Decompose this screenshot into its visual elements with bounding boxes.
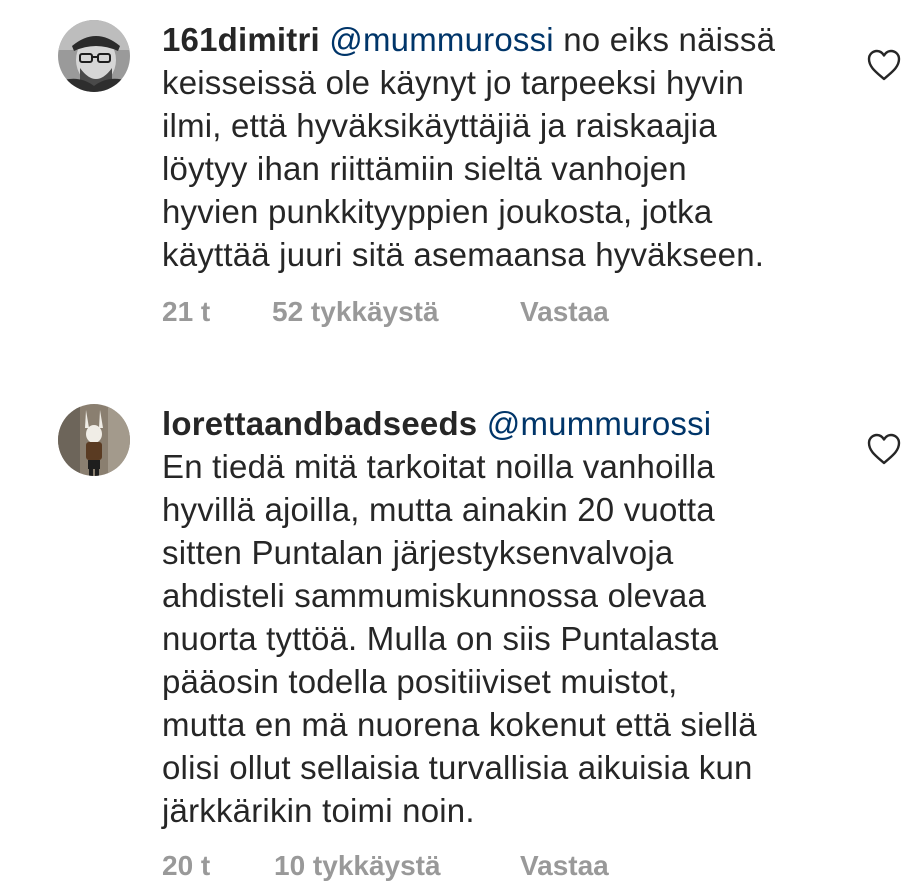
heart-icon[interactable] bbox=[866, 48, 902, 82]
comment-text-line: keisseissä ole käynyt jo tarpeeksi hyvin bbox=[162, 64, 745, 101]
comment-text-line: ilmi, että hyväksikäyttäjiä ja raiskaaji… bbox=[162, 107, 717, 144]
comment-text-line: olisi ollut sellaisia turvallisia aikuis… bbox=[162, 749, 753, 786]
reply-button[interactable]: Vastaa bbox=[520, 296, 609, 328]
avatar[interactable] bbox=[58, 20, 130, 92]
comment-text-line: käyttää juuri sitä asemaansa hyväkseen. bbox=[162, 236, 765, 273]
comment-text-line: no eiks näissä bbox=[563, 21, 776, 58]
comment-first-line: lorettaandbadseeds @mummurossi bbox=[162, 402, 842, 445]
comment-mention-link[interactable]: @mummurossi bbox=[487, 405, 712, 442]
comment-mention-link[interactable]: @mummurossi bbox=[329, 21, 554, 58]
comment-text-line: ahdisteli sammumiskunnossa olevaa bbox=[162, 577, 707, 614]
bearded-man-with-glasses-avatar-icon bbox=[58, 20, 130, 92]
avatar[interactable] bbox=[58, 404, 130, 476]
comment-text-line: sitten Puntalan järjestyksenvalvoja bbox=[162, 534, 674, 571]
comment-username[interactable]: 161dimitri bbox=[162, 21, 320, 58]
comment-text-line: pääosin todella positiiviset muistot, bbox=[162, 663, 678, 700]
comment-text: 161dimitri @mummurossi no eiks näissä ke… bbox=[162, 18, 842, 276]
comment-timestamp: 20 t bbox=[162, 850, 211, 881]
comment-username[interactable]: lorettaandbadseeds bbox=[162, 405, 477, 442]
rabbit-mask-person-avatar-icon bbox=[58, 404, 130, 476]
comment-text: lorettaandbadseeds @mummurossi En tiedä … bbox=[162, 402, 842, 832]
comment-timestamp: 21 t bbox=[162, 296, 211, 327]
comment-text-line: hyvien punkkityyppien joukosta, jotka bbox=[162, 193, 713, 230]
comment-likes-link[interactable]: 10 tykkäystä bbox=[274, 850, 441, 882]
heart-icon[interactable] bbox=[866, 432, 902, 466]
comment-text-line: järkkärikin toimi noin. bbox=[162, 792, 475, 829]
comment-text-line: löytyy ihan riittämiin sieltä vanhojen bbox=[162, 150, 687, 187]
comment-first-line: 161dimitri @mummurossi no eiks näissä bbox=[162, 18, 842, 61]
comment-text-line: mutta en mä nuorena kokenut että siellä bbox=[162, 706, 757, 743]
comment-text-line: En tiedä mitä tarkoitat noilla vanhoilla bbox=[162, 448, 715, 485]
reply-button[interactable]: Vastaa bbox=[520, 850, 609, 882]
comment-likes-link[interactable]: 52 tykkäystä bbox=[272, 296, 439, 328]
comment-text-line: hyvillä ajoilla, mutta ainakin 20 vuotta bbox=[162, 491, 715, 528]
comment-text-line: nuorta tyttöä. Mulla on siis Puntalasta bbox=[162, 620, 719, 657]
